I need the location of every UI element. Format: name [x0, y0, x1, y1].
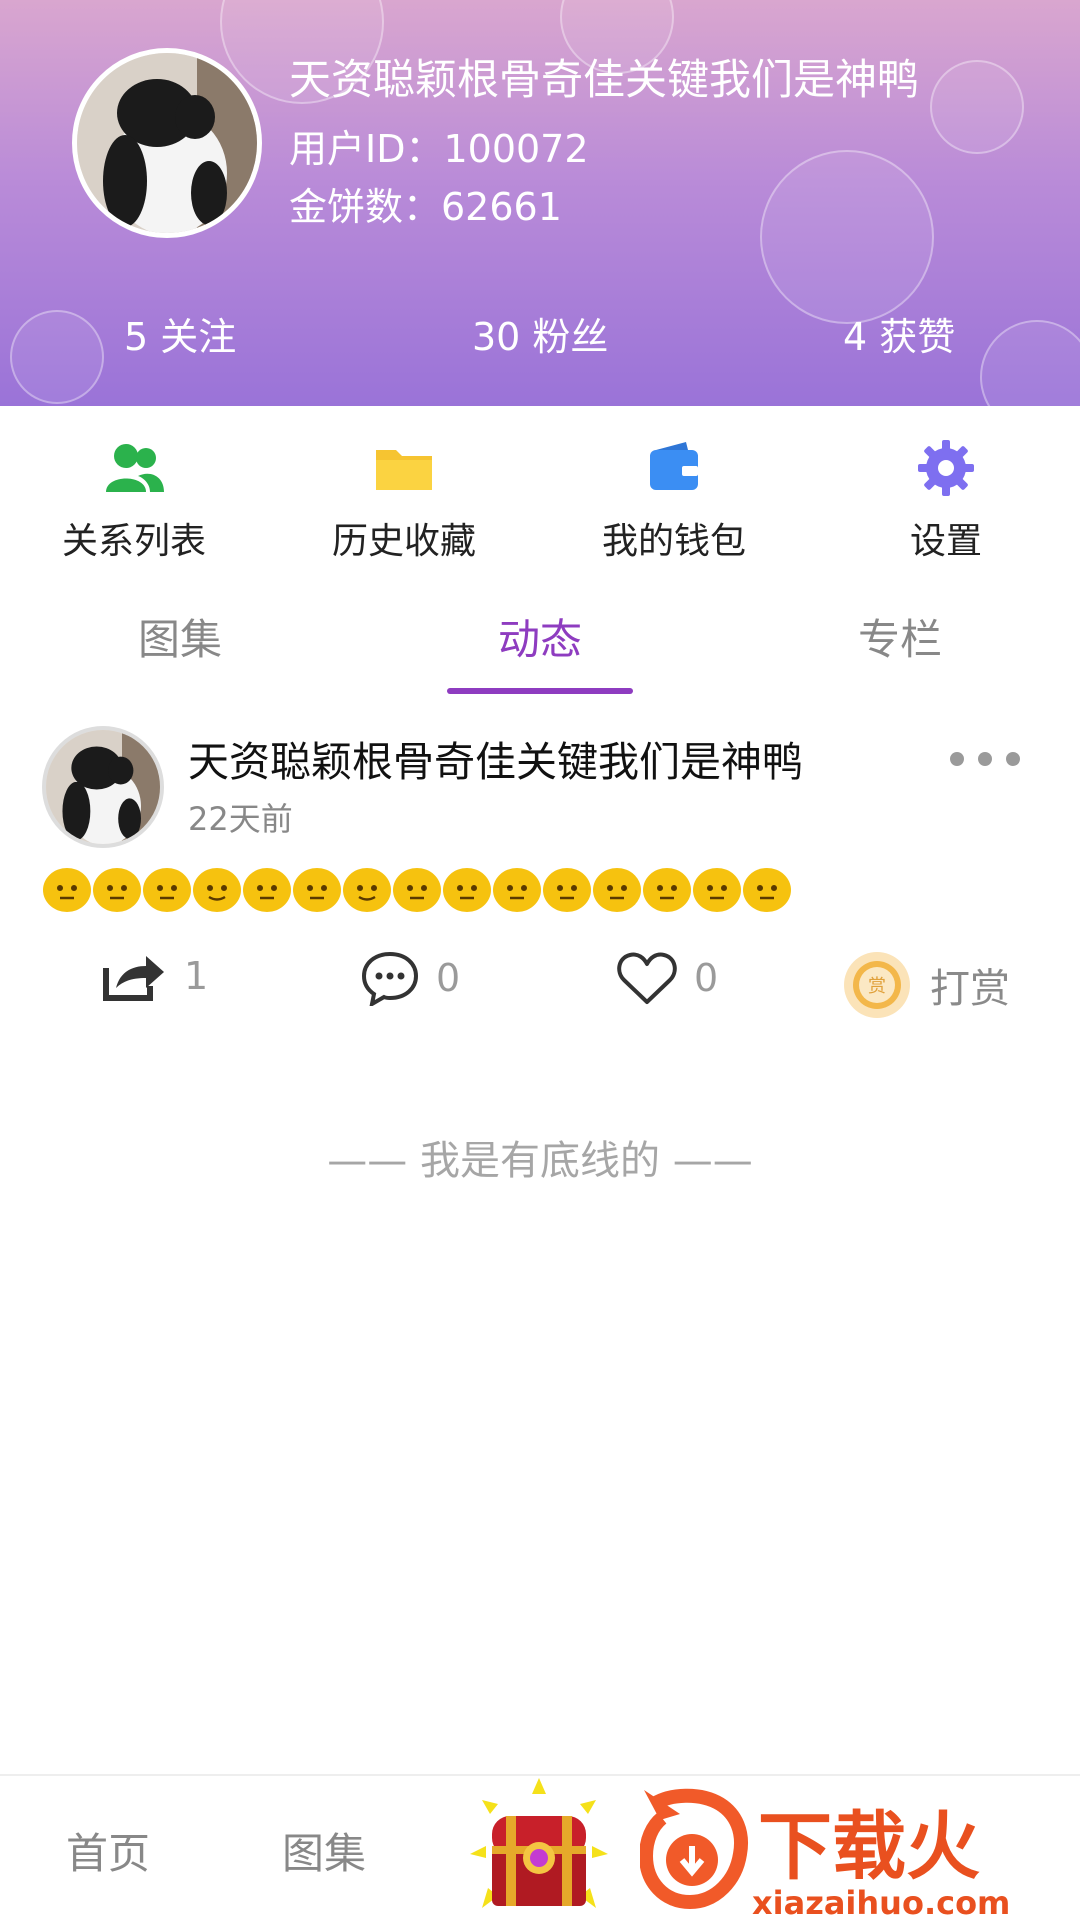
bubble-decoration — [760, 150, 934, 324]
emoji-face-icon — [743, 868, 791, 912]
emoji-face-icon — [93, 868, 141, 912]
nav-home[interactable]: 首页 — [66, 1820, 150, 1881]
watermark-brand-text: 下载火 — [758, 1804, 980, 1890]
comment-icon — [361, 951, 419, 1006]
heart-icon — [617, 952, 677, 1004]
fans-count[interactable]: 30 粉丝 — [472, 306, 608, 361]
menu-history-label: 历史收藏 — [331, 521, 476, 562]
wallet-icon — [650, 442, 698, 490]
comment-button[interactable]: 0 — [360, 950, 460, 1006]
share-count: 1 — [184, 954, 209, 998]
folder-icon — [376, 450, 432, 490]
panda-avatar-image — [77, 53, 257, 233]
profile-header: 天资聪颖根骨奇佳关键我们是神鸭 用户ID：100072 金饼数：62661 5 … — [0, 0, 1080, 406]
reward-coin-icon: 赏 — [844, 952, 910, 1018]
treasure-chest-icon[interactable] — [466, 1776, 612, 1922]
users-icon — [106, 444, 164, 492]
watermark-url-text: xiazaihuo.com — [752, 1884, 1010, 1922]
emoji-face-icon — [443, 868, 491, 912]
bubble-decoration — [980, 320, 1080, 406]
emoji-face-icon — [193, 868, 241, 912]
emoji-face-icon — [543, 868, 591, 912]
post-author-avatar[interactable] — [42, 726, 164, 848]
follow-count[interactable]: 5 关注 — [124, 306, 236, 361]
menu-relations-label: 关系列表 — [61, 521, 206, 562]
more-options-icon[interactable] — [950, 752, 1046, 774]
post-author-name[interactable]: 天资聪颖根骨奇佳关键我们是神鸭 — [188, 728, 803, 788]
emoji-face-icon — [293, 868, 341, 912]
dot — [978, 752, 992, 766]
emoji-face-icon — [493, 868, 541, 912]
menu-relations[interactable]: 关系列表 — [34, 436, 234, 564]
emoji-face-icon — [343, 868, 391, 912]
panda-avatar-image — [46, 730, 160, 844]
like-button[interactable]: 0 — [616, 950, 718, 1006]
tab-moments[interactable]: 动态 — [498, 606, 582, 667]
share-icon — [103, 956, 164, 1001]
reward-label: 打赏 — [930, 966, 1010, 1012]
bottom-navigation: 首页 图集 下载火 xiazaihuo.com — [0, 1774, 1080, 1922]
menu-settings-label: 设置 — [909, 521, 982, 562]
like-count: 0 — [694, 956, 719, 1000]
profile-coin-count: 金饼数：62661 — [289, 185, 562, 229]
likes-count[interactable]: 4 获赞 — [843, 306, 955, 361]
profile-username: 天资聪颖根骨奇佳关键我们是神鸭 — [289, 55, 920, 104]
emoji-face-icon — [593, 868, 641, 912]
reward-button[interactable]: 赏 打赏 — [842, 950, 1010, 1020]
tab-album[interactable]: 图集 — [138, 606, 222, 667]
menu-wallet[interactable]: 我的钱包 — [574, 436, 774, 564]
user-avatar[interactable] — [72, 48, 262, 238]
active-tab-indicator — [447, 688, 633, 694]
emoji-face-icon — [243, 868, 291, 912]
menu-wallet-label: 我的钱包 — [601, 521, 746, 562]
bubble-decoration — [10, 310, 104, 404]
bubble-decoration — [930, 60, 1024, 154]
emoji-face-icon — [643, 868, 691, 912]
share-button[interactable]: 1 — [102, 950, 208, 1002]
comment-count: 0 — [436, 956, 461, 1000]
nav-album[interactable]: 图集 — [282, 1820, 366, 1881]
gear-icon — [918, 440, 974, 496]
dot — [950, 752, 964, 766]
emoji-face-icon — [693, 868, 741, 912]
menu-history-favorites[interactable]: 历史收藏 — [304, 436, 504, 564]
profile-user-id: 用户ID：100072 — [289, 127, 589, 171]
emoji-face-icon — [43, 868, 91, 912]
end-of-list-text: —— 我是有底线的 —— — [327, 1138, 753, 1184]
dot — [1006, 752, 1020, 766]
xiazaihuo-watermark-logo: 下载火 xiazaihuo.com — [640, 1788, 1010, 1922]
post-timestamp: 22天前 — [188, 800, 293, 838]
reward-coin-label: 赏 — [868, 976, 886, 997]
emoji-face-icon — [393, 868, 441, 912]
post-emoji-content — [42, 864, 792, 914]
emoji-face-icon — [143, 868, 191, 912]
tab-column[interactable]: 专栏 — [858, 606, 942, 667]
menu-settings[interactable]: 设置 — [846, 436, 1046, 564]
